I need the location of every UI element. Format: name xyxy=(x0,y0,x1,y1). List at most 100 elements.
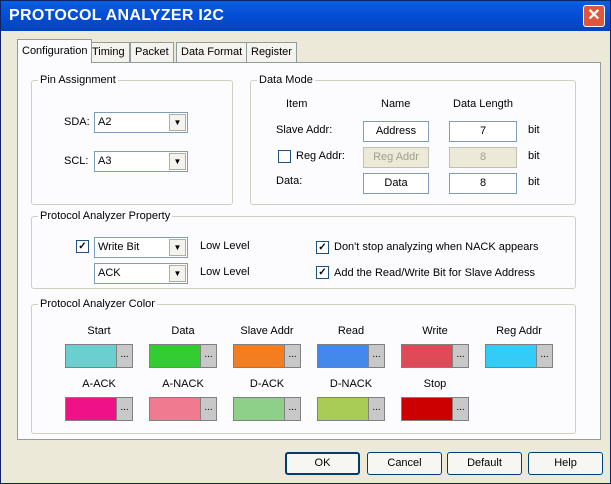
rw-bit-checkbox[interactable]: ✓ xyxy=(76,240,89,253)
color-swatch[interactable]: ... xyxy=(233,344,301,368)
title-bar[interactable]: PROTOCOL ANALYZER I2C ✕ xyxy=(1,1,610,31)
data-name-field[interactable]: Data xyxy=(363,173,429,194)
color-label: Slave Addr xyxy=(240,325,294,337)
reg-addr-checkbox[interactable] xyxy=(278,150,291,163)
property-title: Protocol Analyzer Property xyxy=(40,210,171,222)
color-picker-button[interactable]: ... xyxy=(200,345,216,367)
color-picker-button[interactable]: ... xyxy=(452,345,468,367)
bit-unit: bit xyxy=(528,124,540,136)
color-swatch[interactable]: ... xyxy=(401,397,469,421)
color-label: Reg Addr xyxy=(496,325,542,337)
column-name: Name xyxy=(381,98,411,110)
tab-data-format[interactable]: Data Format xyxy=(176,42,248,62)
sda-label: SDA: xyxy=(64,116,90,128)
slave-addr-label: Slave Addr: xyxy=(276,124,333,136)
color-fill xyxy=(150,345,200,367)
add-rw-bit-checkbox[interactable]: ✓ xyxy=(316,266,329,279)
chevron-down-icon[interactable]: ▼ xyxy=(169,239,186,256)
color-fill xyxy=(486,345,536,367)
ack-select[interactable]: ACK ▼ xyxy=(94,263,188,284)
color-picker-button[interactable]: ... xyxy=(452,398,468,420)
add-rw-bit-label: Add the Read/Write Bit for Slave Address xyxy=(334,267,535,279)
tab-configuration[interactable]: Configuration xyxy=(17,39,93,63)
color-picker-button[interactable]: ... xyxy=(116,398,132,420)
color-fill xyxy=(402,398,452,420)
color-swatch[interactable]: ... xyxy=(65,344,133,368)
cancel-button[interactable]: Cancel xyxy=(367,452,442,475)
sda-select[interactable]: A2 ▼ xyxy=(94,112,188,133)
color-fill xyxy=(234,345,284,367)
color-swatch[interactable]: ... xyxy=(65,397,133,421)
color-picker-button[interactable]: ... xyxy=(116,345,132,367)
color-swatch[interactable]: ... xyxy=(485,344,553,368)
window-title: PROTOCOL ANALYZER I2C xyxy=(9,7,225,24)
color-fill xyxy=(150,398,200,420)
color-picker-button[interactable]: ... xyxy=(284,345,300,367)
pin-assignment-group: Pin Assignment xyxy=(31,74,233,205)
close-button[interactable]: ✕ xyxy=(583,5,605,27)
color-fill xyxy=(318,398,368,420)
color-fill xyxy=(402,345,452,367)
sda-value: A2 xyxy=(98,116,112,128)
scl-value: A3 xyxy=(98,155,112,167)
reg-addr-label: Reg Addr: xyxy=(296,150,345,162)
color-picker-button[interactable]: ... xyxy=(368,398,384,420)
bit-unit: bit xyxy=(528,150,540,162)
color-fill xyxy=(234,398,284,420)
configuration-panel: Pin Assignment SDA: A2 ▼ SCL: A3 ▼ Data … xyxy=(17,62,601,440)
protocol-analyzer-dialog: PROTOCOL ANALYZER I2C ✕ Configuration Ti… xyxy=(0,0,611,484)
close-icon: ✕ xyxy=(587,7,601,24)
nack-label: Don't stop analyzing when NACK appears xyxy=(334,241,539,253)
default-button[interactable]: Default xyxy=(447,452,522,475)
color-label: Start xyxy=(87,325,111,337)
color-picker-button[interactable]: ... xyxy=(368,345,384,367)
color-swatch[interactable]: ... xyxy=(401,344,469,368)
reg-addr-length-field[interactable]: 8 xyxy=(449,147,517,168)
color-swatch[interactable]: ... xyxy=(149,344,217,368)
scl-label: SCL: xyxy=(64,155,89,167)
color-swatch[interactable]: ... xyxy=(317,397,385,421)
pin-assignment-title: Pin Assignment xyxy=(40,74,116,86)
color-fill xyxy=(66,398,116,420)
color-label: D-ACK xyxy=(249,378,285,390)
rw-bit-select[interactable]: Write Bit ▼ xyxy=(94,237,188,258)
ack-level-label: Low Level xyxy=(200,266,250,278)
color-swatch[interactable]: ... xyxy=(233,397,301,421)
color-fill xyxy=(66,345,116,367)
color-label: A-ACK xyxy=(82,378,116,390)
color-label: Stop xyxy=(423,378,447,390)
help-button[interactable]: Help xyxy=(528,452,603,475)
tab-timing[interactable]: Timing xyxy=(87,42,130,62)
column-data-length: Data Length xyxy=(453,98,513,110)
chevron-down-icon[interactable]: ▼ xyxy=(169,114,186,131)
color-label: D-NACK xyxy=(329,378,373,390)
chevron-down-icon[interactable]: ▼ xyxy=(169,153,186,170)
color-fill xyxy=(318,345,368,367)
ack-value: ACK xyxy=(98,267,121,279)
nack-checkbox[interactable]: ✓ xyxy=(316,241,329,254)
color-picker-button[interactable]: ... xyxy=(200,398,216,420)
color-label: A-NACK xyxy=(162,378,204,390)
color-label: Read xyxy=(337,325,365,337)
color-label: Write xyxy=(422,325,448,337)
chevron-down-icon[interactable]: ▼ xyxy=(169,265,186,282)
color-swatch[interactable]: ... xyxy=(149,397,217,421)
ok-button[interactable]: OK xyxy=(285,452,360,475)
slave-addr-length-field[interactable]: 7 xyxy=(449,121,517,142)
tab-register[interactable]: Register xyxy=(246,42,297,62)
data-label: Data: xyxy=(276,175,303,187)
bit-unit: bit xyxy=(528,176,540,188)
color-title: Protocol Analyzer Color xyxy=(40,298,155,310)
color-swatch[interactable]: ... xyxy=(317,344,385,368)
color-picker-button[interactable]: ... xyxy=(536,345,552,367)
color-label: Data xyxy=(171,325,195,337)
slave-addr-name-field[interactable]: Address xyxy=(363,121,429,142)
data-length-field[interactable]: 8 xyxy=(449,173,517,194)
data-mode-title: Data Mode xyxy=(259,74,313,86)
color-picker-button[interactable]: ... xyxy=(284,398,300,420)
column-item: Item xyxy=(286,98,308,110)
scl-select[interactable]: A3 ▼ xyxy=(94,151,188,172)
rw-level-label: Low Level xyxy=(200,240,250,252)
reg-addr-name-field[interactable]: Reg Addr xyxy=(363,147,429,168)
tab-packet[interactable]: Packet xyxy=(130,42,174,62)
